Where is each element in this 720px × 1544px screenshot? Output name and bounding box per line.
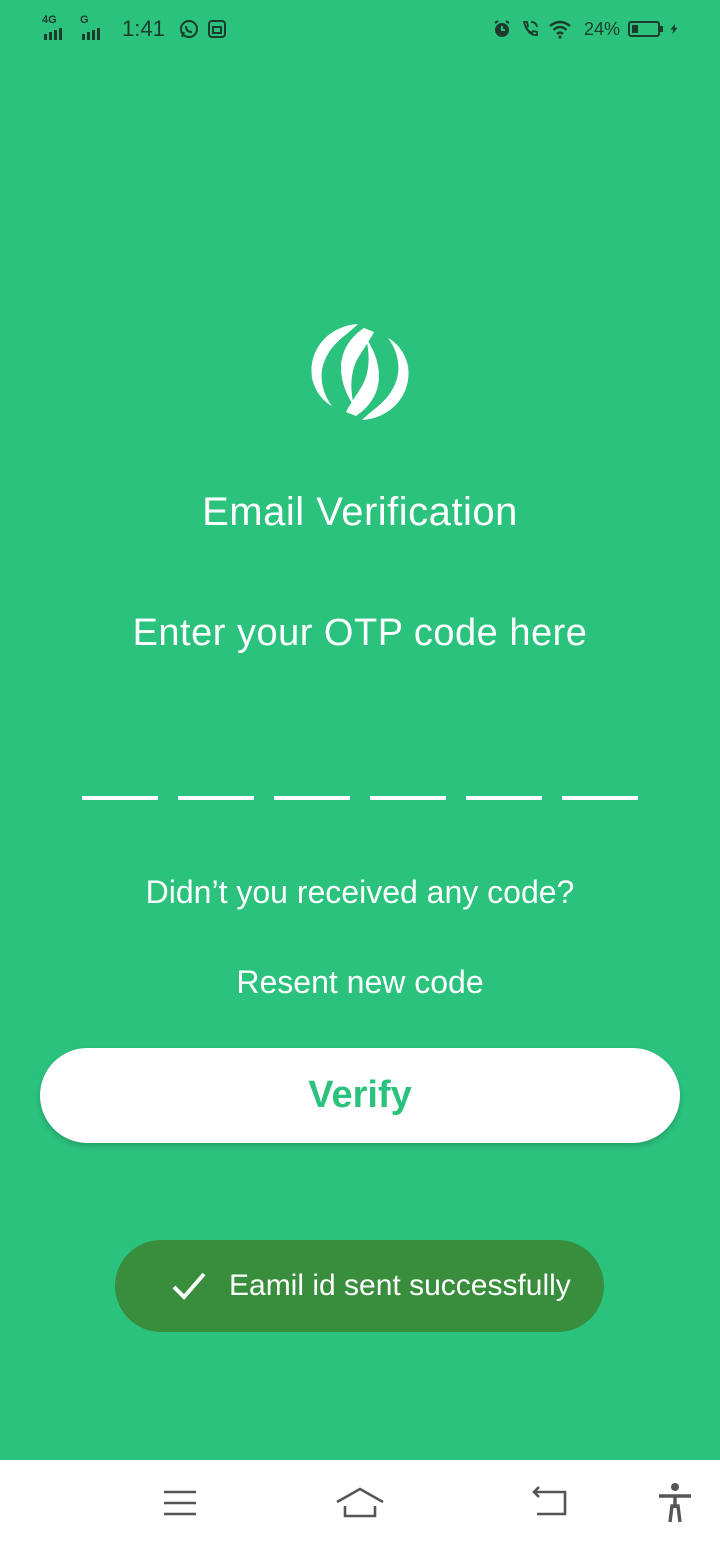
otp-digit-6[interactable]	[562, 796, 638, 800]
battery-level-fill	[632, 25, 638, 33]
signal-icon-sim1: 4G	[42, 14, 72, 40]
battery-percent: 24%	[583, 18, 620, 39]
wifi-call-icon	[522, 21, 538, 36]
otp-digit-4[interactable]	[370, 796, 446, 800]
navigation-bar	[0, 1460, 720, 1544]
otp-digit-1[interactable]	[82, 796, 158, 800]
status-right: 24%	[492, 14, 680, 44]
network-type-label: G	[80, 14, 89, 26]
toast-message: Eamil id sent successfully	[229, 1269, 571, 1302]
clock: 1:41	[122, 16, 165, 41]
otp-input-group	[82, 796, 638, 800]
otp-digit-2[interactable]	[178, 796, 254, 800]
message-icon	[207, 20, 226, 38]
menu-icon[interactable]	[155, 1478, 205, 1528]
home-icon[interactable]	[335, 1478, 385, 1528]
battery-icon	[628, 21, 663, 37]
back-icon[interactable]	[525, 1478, 575, 1528]
whatsapp-icon	[179, 20, 198, 38]
check-icon	[172, 1272, 206, 1300]
otp-digit-3[interactable]	[274, 796, 350, 800]
verify-button[interactable]: Verify	[40, 1048, 680, 1143]
alarm-icon	[494, 20, 510, 37]
success-toast: Eamil id sent successfully	[115, 1240, 604, 1332]
page-title: Email Verification	[202, 490, 518, 534]
otp-digit-5[interactable]	[466, 796, 542, 800]
signal-icon-sim2: G	[80, 14, 110, 40]
otp-instruction: Enter your OTP code here	[132, 612, 588, 654]
app-logo	[311, 324, 409, 420]
accessibility-icon[interactable]	[650, 1478, 700, 1528]
resend-code-link[interactable]: Resent new code	[0, 964, 720, 1001]
charging-icon	[670, 23, 678, 35]
wifi-icon	[549, 20, 571, 39]
status-left: 4G G 1:41	[42, 14, 235, 44]
no-code-hint: Didn’t you received any code?	[145, 874, 575, 910]
network-type-label: 4G	[42, 14, 57, 26]
status-bar: 4G G 1:41 24%	[0, 0, 720, 56]
